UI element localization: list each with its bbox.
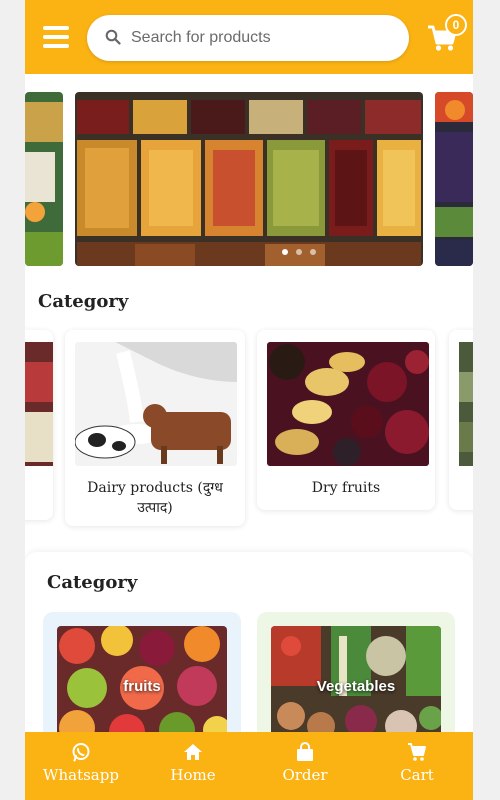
nav-label: Whatsapp xyxy=(43,766,119,784)
search-input[interactable] xyxy=(131,23,391,53)
banner-slide-prev[interactable] xyxy=(25,92,63,266)
nav-label: Home xyxy=(170,766,216,784)
hamburger-menu-icon[interactable] xyxy=(43,26,69,48)
banner-slider[interactable] xyxy=(25,92,473,268)
bottom-navigation: Whatsapp Home Order Cart xyxy=(25,732,473,800)
banner-dot[interactable] xyxy=(282,249,288,255)
dairy-image xyxy=(75,342,237,466)
app-root: 0 xyxy=(25,0,473,800)
dry-fruits-image xyxy=(267,342,429,466)
search-icon xyxy=(105,29,121,45)
top-bar: 0 xyxy=(25,0,473,74)
nav-whatsapp[interactable]: Whatsapp xyxy=(25,732,137,800)
nav-order[interactable]: Order xyxy=(249,732,361,800)
nav-label: Order xyxy=(282,766,328,784)
banner-dot[interactable] xyxy=(296,249,302,255)
category-card-dairy[interactable]: Dairy products (दुग्ध उत्पाद) xyxy=(65,330,245,526)
whatsapp-icon xyxy=(72,743,90,762)
category-label: Dry fruits xyxy=(311,480,381,496)
nav-home[interactable]: Home xyxy=(137,732,249,800)
nav-cart[interactable]: Cart xyxy=(361,732,473,800)
cart-icon xyxy=(408,743,426,761)
cart-count-badge: 0 xyxy=(445,14,467,36)
category-card-dry-fruits[interactable]: Dry fruits xyxy=(257,330,435,510)
category-card-partial[interactable] xyxy=(25,330,53,520)
banner-dots xyxy=(125,242,423,260)
category-heading: Category xyxy=(47,572,138,593)
category-card-partial[interactable] xyxy=(449,330,473,510)
bag-icon xyxy=(297,742,313,761)
category-label: Dairy products (दुग्ध उत्पाद) xyxy=(87,480,223,516)
category-tile-label: fruits xyxy=(123,678,161,695)
banner-slide-dry-fruits[interactable] xyxy=(75,92,423,266)
banner-slide-next[interactable] xyxy=(435,92,473,266)
category-tile-label: Vegetables xyxy=(316,678,396,695)
nav-label: Cart xyxy=(400,766,434,784)
category-heading: Category xyxy=(38,291,129,312)
search-bar[interactable] xyxy=(87,15,409,61)
banner-dot[interactable] xyxy=(310,249,316,255)
home-icon xyxy=(184,744,202,760)
